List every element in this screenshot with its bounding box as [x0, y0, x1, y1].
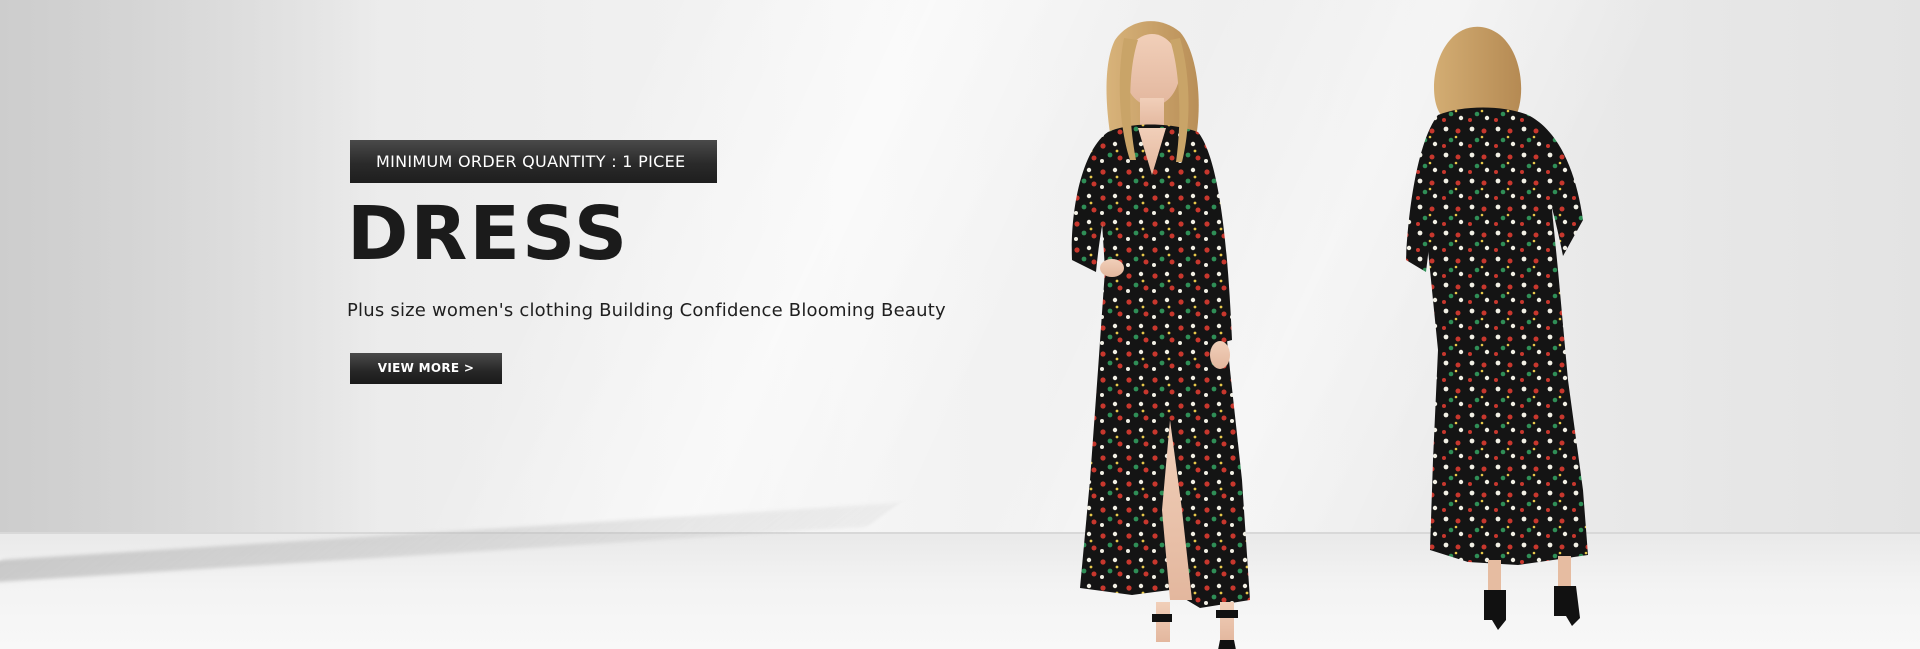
- wall-shade: [0, 0, 380, 532]
- banner-text-block: MINIMUM ORDER QUANTITY : 1 PICEE DRESS P…: [347, 140, 967, 384]
- min-order-badge: MINIMUM ORDER QUANTITY : 1 PICEE: [350, 140, 718, 183]
- banner-title: DRESS: [347, 191, 630, 277]
- view-more-button[interactable]: VIEW MORE >: [350, 353, 502, 384]
- hero-banner: MINIMUM ORDER QUANTITY : 1 PICEE DRESS P…: [0, 0, 1920, 649]
- front-model-image: [1020, 10, 1340, 649]
- back-model-image: [1388, 20, 1648, 640]
- banner-subtitle: Plus size women's clothing Building Conf…: [347, 300, 946, 321]
